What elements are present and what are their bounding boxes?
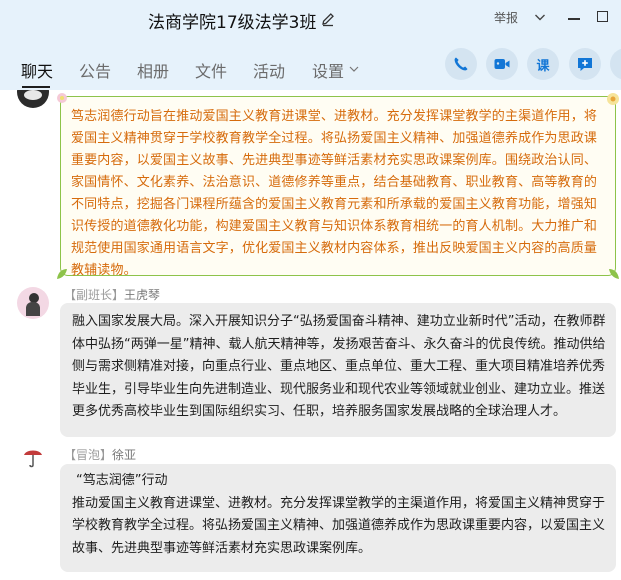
sender-name: 【冒泡】徐亚 — [64, 446, 136, 463]
leaf-decoration-icon — [57, 269, 67, 279]
course-button[interactable]: 课 — [527, 48, 559, 80]
message-heading: “笃志润德”行动 — [76, 473, 168, 488]
member-role: 【副班长】 — [64, 288, 125, 302]
notice-message-bubble: 笃志润德行动旨在推动爱国主义教育进课堂、进教材。充分发挥课堂教学的主渠道作用，将… — [57, 93, 619, 279]
phone-icon — [454, 57, 468, 71]
title-bar: 法商学院17级法学3班 举报 — [0, 0, 621, 38]
tab-settings[interactable]: 设置 — [312, 58, 344, 82]
chevron-down-icon[interactable] — [349, 64, 359, 74]
message-bubble: “笃志润德”行动 推动爱国主义教育进课堂、进教材。充分发挥课堂教学的主渠道作用，… — [60, 464, 616, 572]
message-text: 融入国家发展大局。深入开展知识分子“弘扬爱国奋斗精神、建功立业新时代”活动，在教… — [72, 314, 606, 419]
member-name: 王虎琴 — [124, 288, 161, 302]
tab-announcement[interactable]: 公告 — [79, 58, 111, 82]
message-text: 推动爱国主义教育进课堂、进教材。充分发挥课堂教学的主渠道作用，将爱国主义精神贯穿… — [72, 495, 606, 556]
minimize-button[interactable] — [568, 18, 580, 20]
voice-call-button[interactable] — [445, 48, 477, 80]
message-bubble: 融入国家发展大局。深入开展知识分子“弘扬爱国奋斗精神、建功立业新时代”活动，在教… — [60, 303, 616, 437]
member-role: 【冒泡】 — [64, 448, 113, 462]
tab-activity[interactable]: 活动 — [253, 58, 285, 82]
add-app-button[interactable] — [569, 48, 601, 80]
avatar[interactable] — [17, 287, 49, 319]
flower-decoration-icon — [607, 93, 619, 105]
video-camera-icon — [494, 59, 510, 69]
member-name: 徐亚 — [112, 448, 137, 462]
flower-decoration-icon — [57, 93, 67, 103]
tab-chat[interactable]: 聊天 — [21, 58, 53, 82]
avatar[interactable] — [17, 90, 49, 108]
message-text: 笃志润德行动旨在推动爱国主义教育进课堂、进教材。充分发挥课堂教学的主渠道作用，将… — [71, 109, 598, 278]
message-add-icon — [578, 58, 592, 71]
more-button[interactable] — [610, 48, 621, 80]
tab-bar: 聊天 公告 相册 文件 活动 设置 课 — [0, 38, 621, 90]
course-label: 课 — [536, 58, 550, 74]
edit-name-icon[interactable] — [320, 11, 336, 27]
tab-files[interactable]: 文件 — [195, 58, 227, 82]
chevron-down-icon[interactable] — [534, 11, 546, 23]
chat-message-list[interactable]: 笃志润德行动旨在推动爱国主义教育进课堂、进教材。充分发挥课堂教学的主渠道作用，将… — [0, 90, 621, 580]
group-title: 法商学院17级法学3班 — [148, 13, 317, 33]
tab-album[interactable]: 相册 — [137, 58, 169, 82]
avatar[interactable] — [21, 445, 45, 469]
report-button[interactable]: 举报 — [494, 9, 518, 26]
active-tab-indicator — [22, 86, 50, 88]
sender-name: 【副班长】王虎琴 — [64, 286, 160, 303]
leaf-decoration-icon — [609, 269, 619, 279]
maximize-button[interactable] — [597, 11, 608, 22]
umbrella-avatar-icon — [24, 450, 42, 468]
video-call-button[interactable] — [486, 48, 518, 80]
